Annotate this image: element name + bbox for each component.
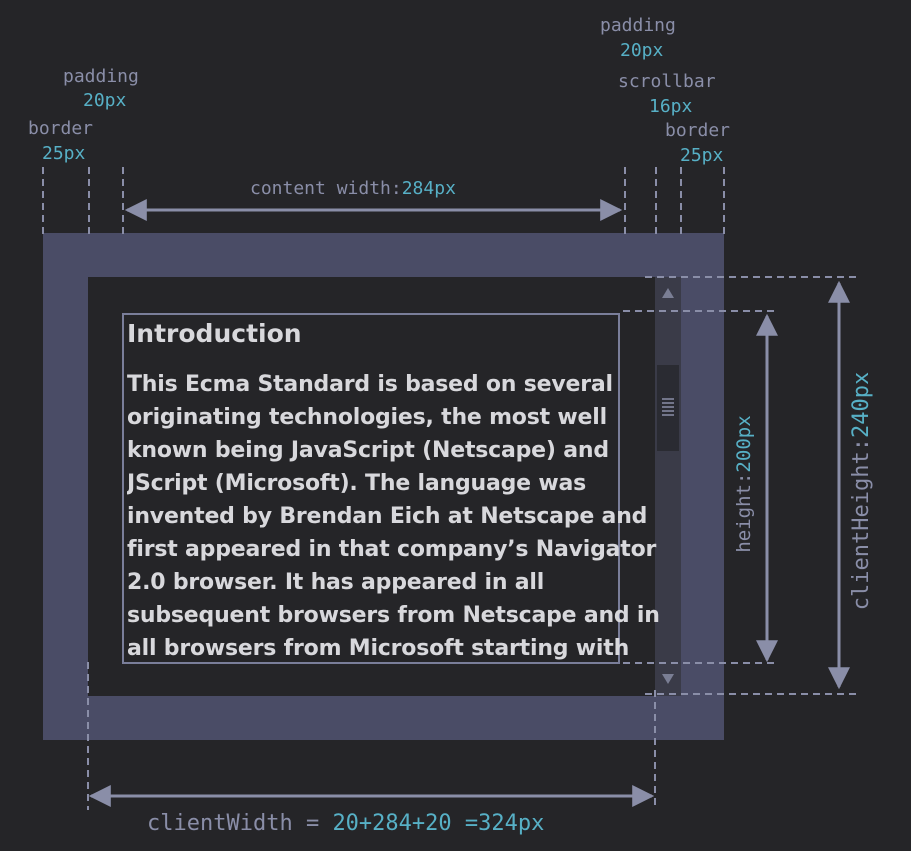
padding-left-name: padding xyxy=(63,66,139,87)
scrollbar-label: scrollbar xyxy=(618,71,716,92)
border-left-label: border xyxy=(28,118,94,139)
content-width-value: 284px xyxy=(401,178,456,199)
padding-left-value: 20px xyxy=(83,90,127,111)
border-right-value: 25px xyxy=(680,145,724,166)
client-width-label: clientWidth = 20+284+20 =324px xyxy=(147,813,544,835)
padding-right-label: padding xyxy=(600,15,676,36)
client-width-value: 20+284+20 =324px xyxy=(332,811,545,836)
scroll-content[interactable]: Introduction This Ecma Standard is based… xyxy=(127,318,667,663)
height-value: 200px xyxy=(733,415,755,473)
client-width-name: clientWidth = xyxy=(147,811,333,836)
content-paragraph: This Ecma Standard is based on several o… xyxy=(127,372,660,661)
height-name: height: xyxy=(733,472,755,553)
content-width-label: content width:284px xyxy=(250,180,456,198)
client-height-value: 240px xyxy=(849,371,874,439)
scrollbar-value: 16px xyxy=(649,96,693,117)
content-width-name: content width: xyxy=(250,178,402,199)
client-height-label: clientHeight:240px xyxy=(849,361,877,621)
height-label: height:200px xyxy=(733,404,755,564)
border-right-label: border xyxy=(665,120,731,141)
border-left-value: 25px xyxy=(42,143,86,164)
padding-left-label: padding xyxy=(63,68,139,86)
padding-right-value: 20px xyxy=(620,40,664,61)
content-heading: Introduction xyxy=(127,319,302,348)
client-height-name: clientHeight: xyxy=(849,438,874,611)
